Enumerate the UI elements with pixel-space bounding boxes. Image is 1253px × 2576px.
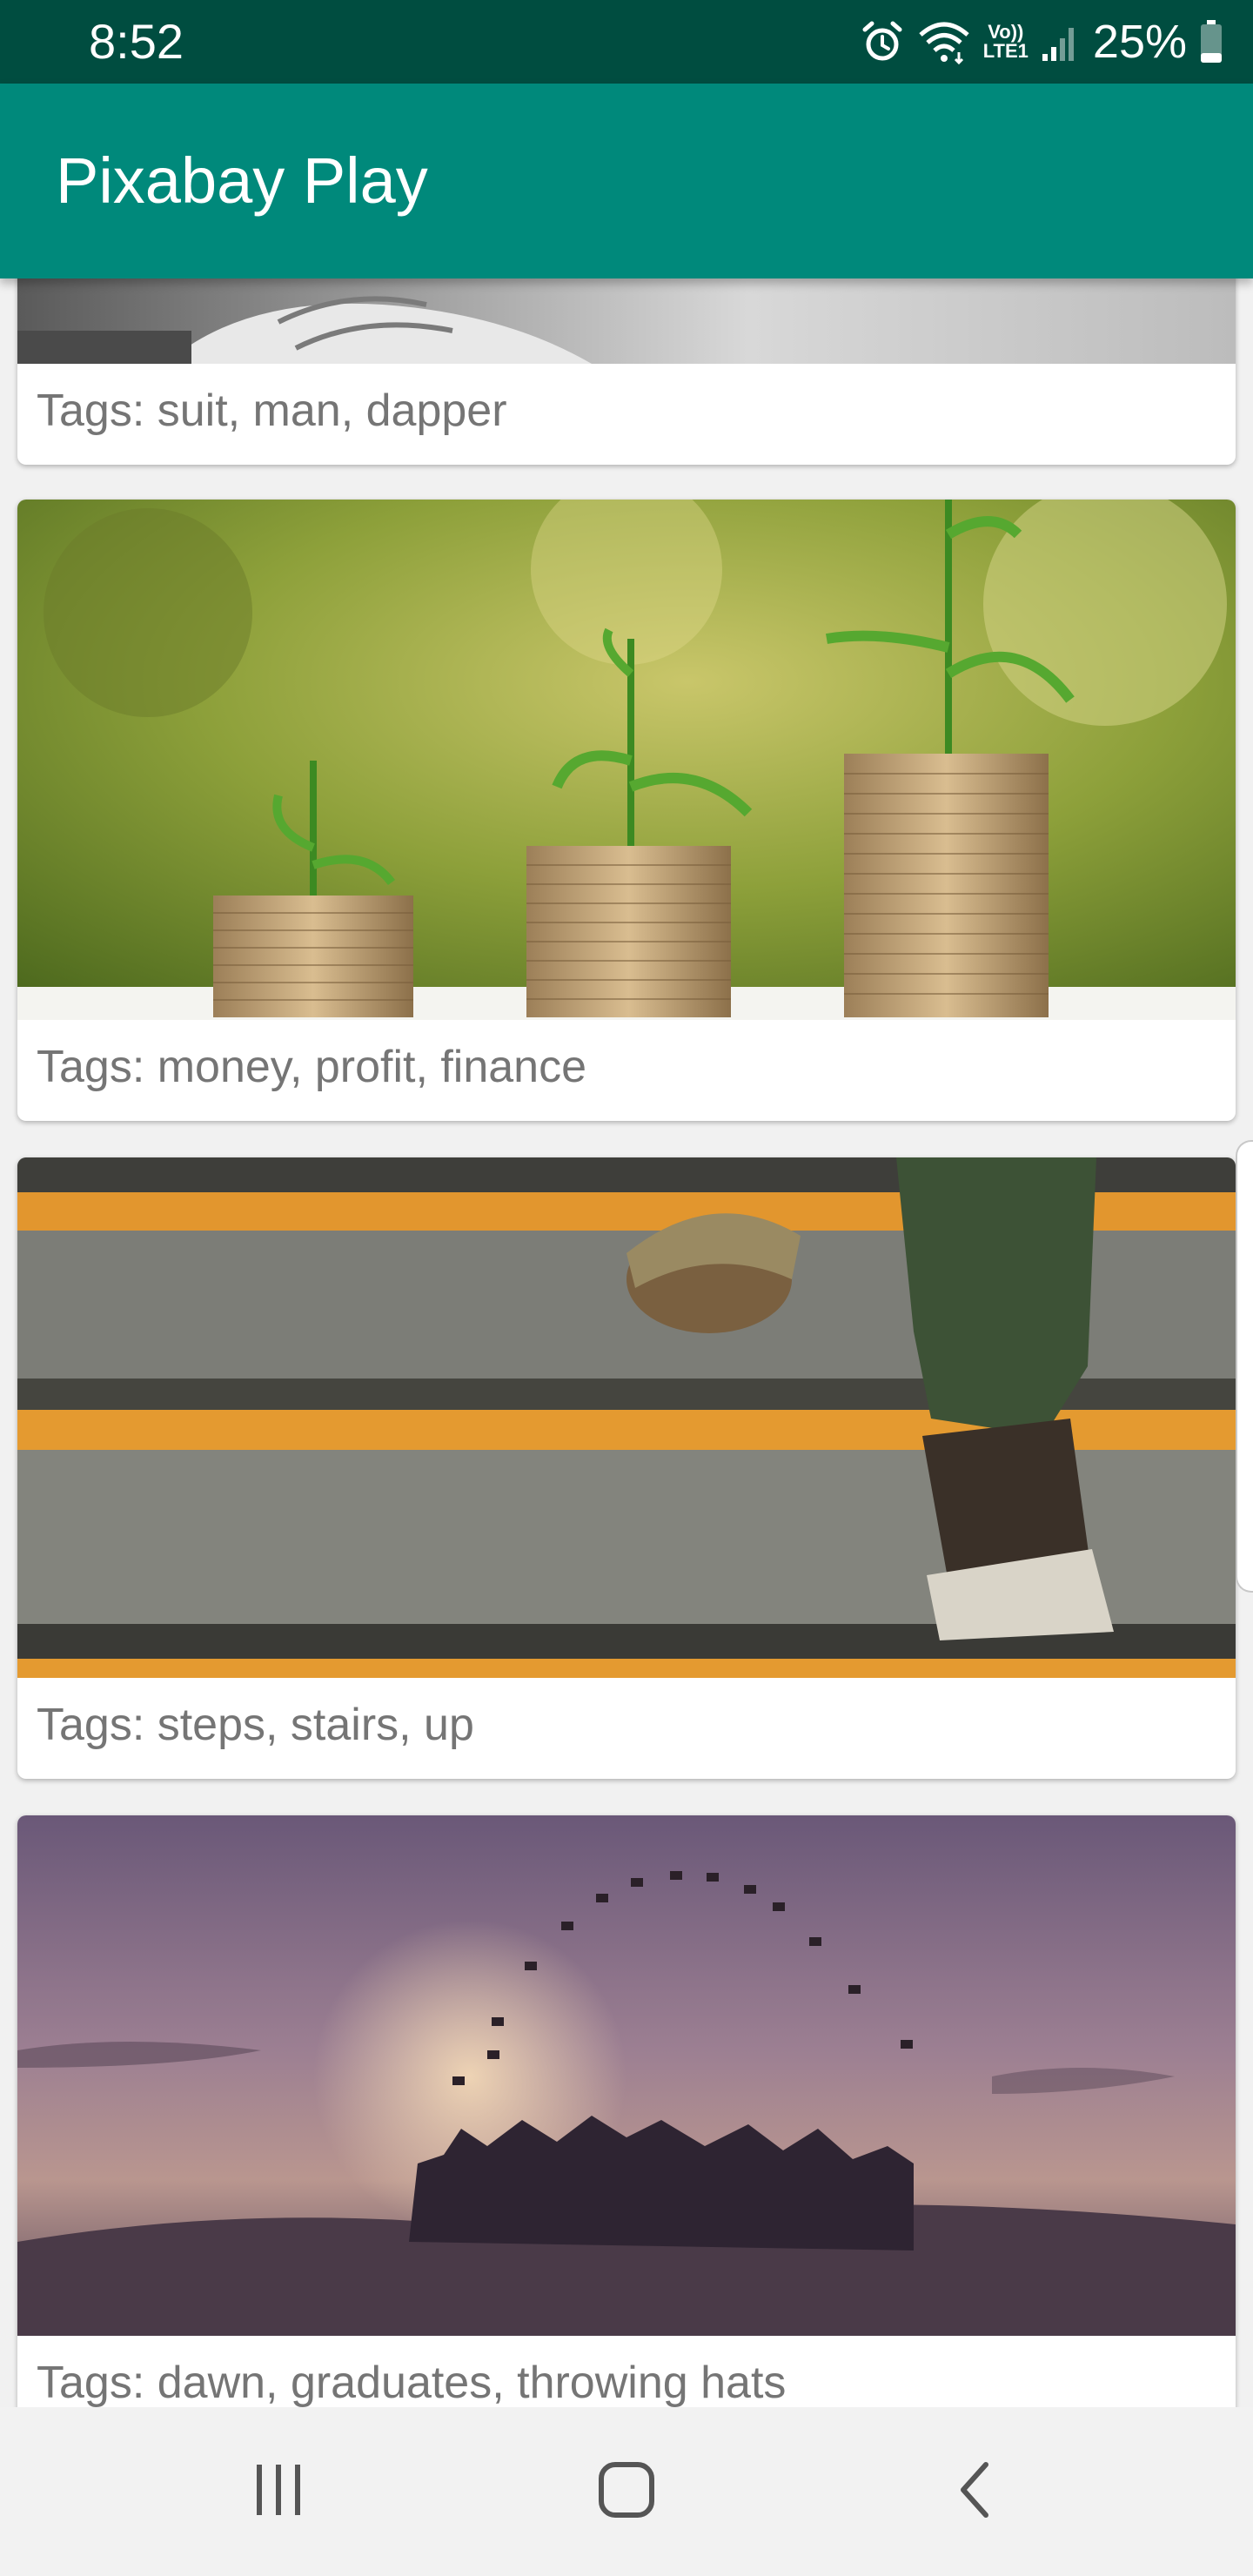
status-bar: 8:52 Vo)) LTE1 25% — [0, 0, 1253, 84]
card-image[interactable] — [17, 500, 1236, 1020]
image-feed[interactable]: Tags: suit, man, dapper Tags: money, pro… — [0, 278, 1253, 2407]
image-card[interactable]: Tags: suit, man, dapper — [17, 278, 1236, 465]
card-tags: Tags: suit, man, dapper — [37, 386, 507, 436]
card-tags: Tags: steps, stairs, up — [37, 1700, 474, 1750]
back-button[interactable] — [924, 2439, 1029, 2544]
app-bar: Pixabay Play — [0, 84, 1253, 278]
image-card[interactable]: Tags: dawn, graduates, throwing hats — [17, 1815, 1236, 2407]
alarm-icon — [860, 19, 905, 64]
lte-label: LTE1 — [982, 40, 1029, 62]
app-title: Pixabay Play — [56, 144, 428, 217]
status-time: 8:52 — [89, 14, 184, 69]
image-card[interactable]: Tags: steps, stairs, up — [17, 1157, 1236, 1779]
card-tags: Tags: money, profit, finance — [37, 1042, 587, 1092]
home-icon — [596, 2459, 657, 2525]
card-image[interactable] — [17, 278, 1236, 364]
battery-icon — [1199, 19, 1223, 64]
battery-percent: 25% — [1092, 16, 1187, 68]
fast-scroll-handle[interactable] — [1236, 1140, 1253, 1593]
status-icons: Vo)) LTE1 25% — [860, 12, 1223, 71]
card-image[interactable] — [17, 1157, 1236, 1678]
signal-icon — [1041, 19, 1081, 64]
back-icon — [946, 2459, 1007, 2525]
navigation-bar — [0, 2407, 1253, 2576]
volte-icon: Vo)) LTE1 — [983, 23, 1029, 61]
wifi-icon — [917, 19, 971, 64]
card-image[interactable] — [17, 1815, 1236, 2336]
volte-label: Vo)) — [988, 21, 1024, 43]
recents-button[interactable] — [226, 2439, 331, 2544]
card-tags: Tags: dawn, graduates, throwing hats — [37, 2358, 787, 2407]
recents-icon — [248, 2459, 309, 2525]
home-button[interactable] — [574, 2439, 679, 2544]
image-card[interactable]: Tags: money, profit, finance — [17, 500, 1236, 1121]
